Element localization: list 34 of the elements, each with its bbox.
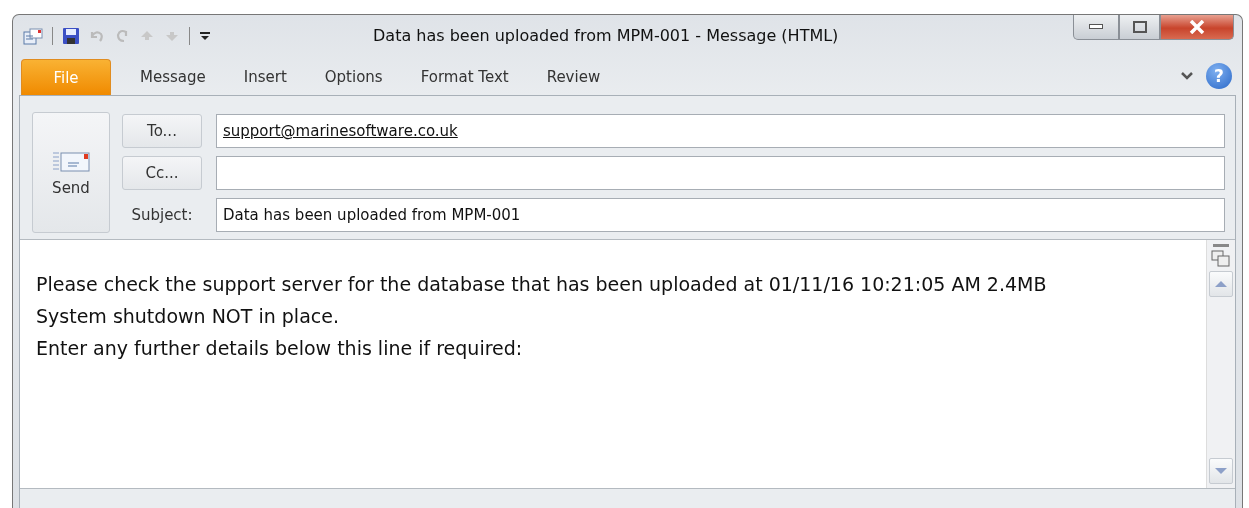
subject-field[interactable]: Data has been uploaded from MPM-001 — [216, 198, 1225, 232]
mail-app-icon[interactable] — [23, 27, 43, 45]
cc-button[interactable]: Cc... — [122, 156, 202, 190]
scroll-up-button[interactable] — [1209, 271, 1233, 297]
ribbon-tab[interactable]: Review — [529, 59, 618, 95]
body-text-line: System shutdown NOT in place. — [36, 304, 340, 329]
ribbon-tab[interactable]: Message — [123, 59, 223, 95]
close-button[interactable] — [1160, 15, 1234, 40]
body-text-line: Please check the support server for the database that has been uploaded at 01/11/16 10:21:05 AM 2.4MB — [36, 272, 1048, 297]
vertical-scrollbar[interactable] — [1206, 240, 1235, 488]
to-button[interactable]: To... — [122, 114, 202, 148]
body-text-line: Enter any further details below this line if required: — [36, 336, 524, 361]
ribbon-tab[interactable]: Insert — [226, 59, 304, 95]
maximize-button[interactable] — [1119, 15, 1160, 40]
expand-ribbon-icon[interactable] — [1180, 71, 1194, 81]
email-address[interactable]: support@marinesoftware.co.uk — [223, 122, 458, 140]
up-triangle-icon — [1214, 280, 1228, 288]
scroll-down-button[interactable] — [1209, 458, 1233, 484]
ribbon-tab[interactable]: Format Text — [403, 59, 526, 95]
minimize-button[interactable] — [1073, 15, 1119, 40]
down-triangle-icon — [1214, 467, 1228, 475]
save-icon[interactable] — [62, 27, 80, 45]
subject-label: Subject: — [130, 206, 194, 224]
minimize-icon — [1089, 24, 1103, 30]
send-button[interactable]: Send — [32, 112, 110, 233]
split-view-icon[interactable] — [1211, 250, 1231, 268]
cc-field[interactable] — [216, 156, 1225, 190]
window-title: Data has been uploaded from MPM-001 - Message (HTML) — [373, 26, 839, 45]
message-body[interactable]: Please check the support server for the database that has been uploaded at 01/11/16 10:21:05 AM 2.4MB System shutdown NOT in place. Enter any further details below this line if required: — [20, 240, 1206, 488]
close-icon — [1189, 20, 1205, 34]
customize-toolbar-icon[interactable] — [199, 30, 211, 42]
maximize-icon — [1132, 21, 1147, 33]
to-field[interactable]: support@marinesoftware.co.uk — [216, 114, 1225, 148]
ribbon-tab[interactable]: Options — [307, 59, 400, 95]
